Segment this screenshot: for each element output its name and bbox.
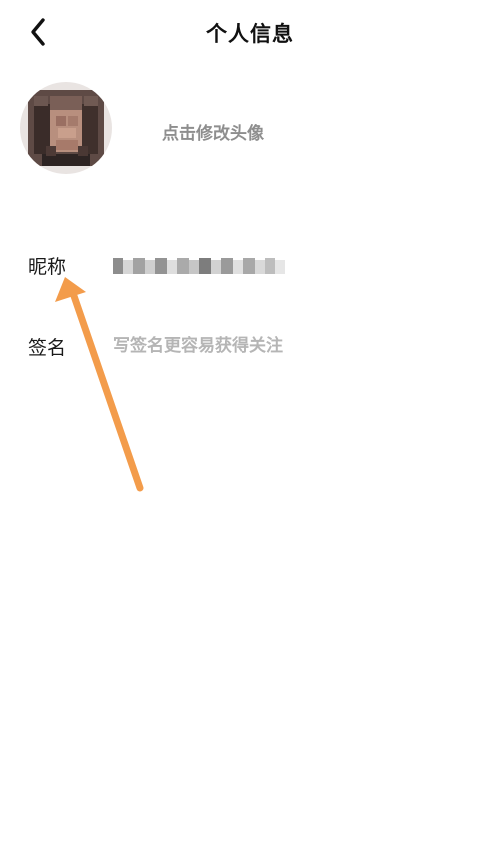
signature-input[interactable] — [113, 333, 473, 359]
nickname-value-pixelated[interactable] — [113, 255, 285, 277]
page-title: 个人信息 — [206, 22, 294, 46]
avatar[interactable] — [20, 82, 112, 174]
avatar-row[interactable]: 点击修改头像 — [0, 78, 500, 188]
signature-row[interactable]: 签名 — [0, 325, 500, 365]
change-avatar-hint[interactable]: 点击修改头像 — [162, 119, 264, 144]
signature-label: 签名 — [28, 337, 67, 359]
top-nav-bar: 个人信息 — [0, 0, 500, 64]
nickname-label: 昵称 — [28, 256, 67, 278]
nickname-row[interactable]: 昵称 — [0, 244, 500, 284]
avatar-image — [20, 82, 112, 174]
pixelated-nickname — [113, 258, 285, 274]
